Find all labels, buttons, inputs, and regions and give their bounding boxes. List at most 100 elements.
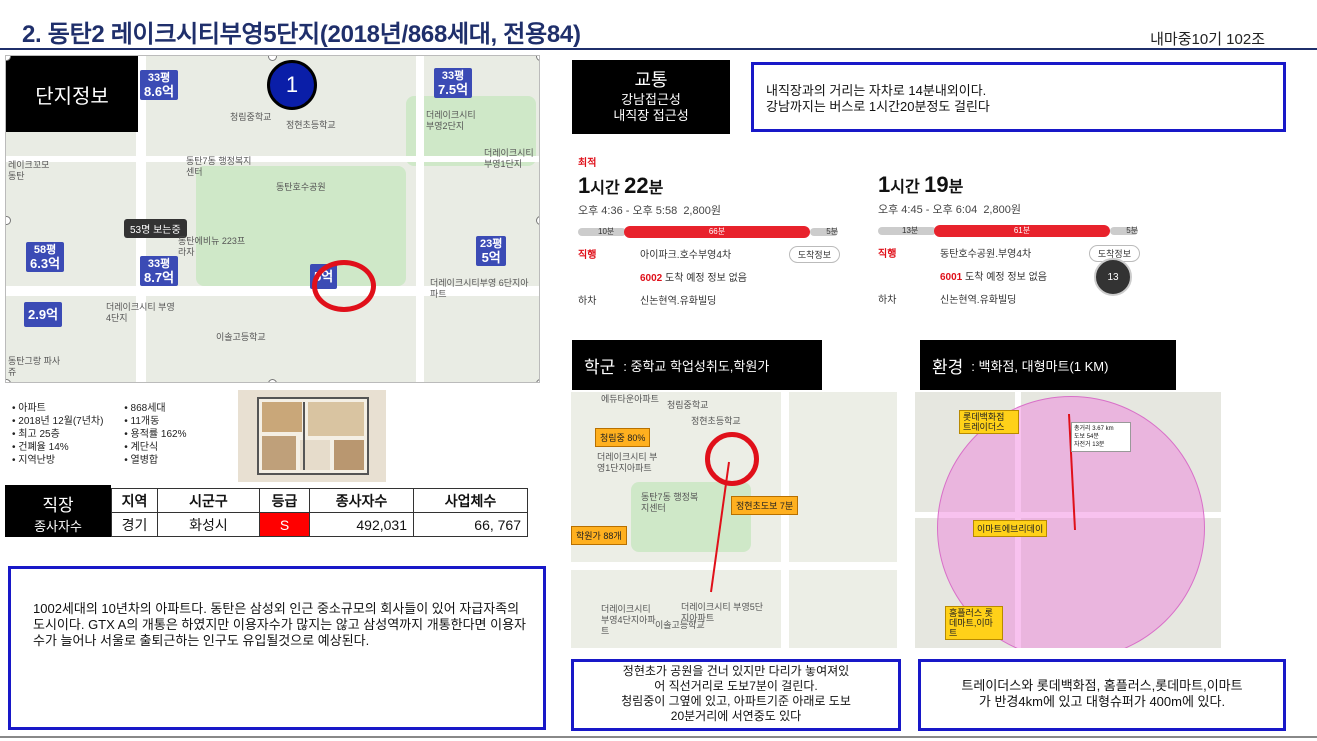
alight-row: 하차 신논현역.유화빌딩 (578, 296, 717, 307)
fact-item: 계단식 (124, 441, 186, 454)
price-pin[interactable]: 2.9억 (24, 302, 63, 327)
school-rate-tag: 청림중 80% (595, 428, 651, 447)
store-tag: 롯데백화점 트레이더스 (959, 410, 1019, 434)
fact-item: 2018년 12월(7년차) (12, 415, 103, 428)
complex-info-label: 단지정보 (6, 56, 138, 132)
map-place: 동탄그랑 파사쥬 (8, 356, 61, 377)
fact-item: 최고 25층 (12, 428, 103, 441)
map-place: 정현초등학교 (286, 120, 336, 130)
map-place: 동탄7동 행정복지센터 (186, 156, 252, 177)
table-cell: 66, 767 (413, 512, 528, 537)
road (416, 56, 424, 382)
fact-item: 용적률 162% (124, 428, 187, 441)
fact-item: 11개동 (124, 415, 186, 428)
route-bar: 10분 66분 5분 (578, 226, 840, 238)
route-times: 오후 4:45 - 오후 6:04 2,800원 (878, 204, 1021, 216)
apartment-facts: 아파트 2018년 12월(7년차) 최고 25층 건폐율 14% 지역난방 8… (12, 402, 204, 467)
table-cell: 경기 (111, 512, 158, 537)
academy-count-tag: 학원가 88개 (571, 526, 627, 545)
resize-handle[interactable] (536, 56, 539, 61)
price-pin[interactable]: 33평 7.5억 (434, 68, 473, 98)
map-place: 청림중학교 (230, 112, 272, 122)
transport-textbox[interactable]: 내직장과의 거리는 자차로 14분내외이다. 강남까지는 버스로 1시간20분정… (751, 62, 1286, 132)
resize-handle[interactable] (268, 379, 277, 382)
bus-row: 6002 도착 예정 정보 없음 (640, 273, 747, 284)
school-textbox[interactable]: 정현초가 공원을 건너 있지만 다리가 놓여져있 어 직선거리로 도보7분이 걸… (571, 659, 901, 731)
school-highlight-circle (705, 432, 759, 486)
fact-item: 열병합 (124, 454, 186, 467)
table-cell: 492,031 (309, 512, 414, 537)
map-place: 동탄7동 행정복지센터 (641, 492, 699, 513)
board-row: 직행 아이파크.호수부영4차 도착정보 (578, 246, 840, 263)
map-place: 더레이크시티 부영4단지 (106, 302, 175, 323)
price-pin[interactable]: 58평 6.3억 (26, 242, 65, 272)
map-place: 레이크꼬모 동탄 (8, 160, 50, 181)
map-place: 더레이크시티부영 6단지아파트 (430, 278, 529, 299)
resize-handle[interactable] (536, 379, 539, 382)
board-row: 직행 동탄호수공원.부영4차 도착정보 (878, 245, 1140, 262)
fact-item: 아파트 (12, 402, 103, 415)
best-route-badge: 최적 (578, 158, 597, 169)
complex-map[interactable]: 단지정보 33평 8.6억 33평 7.5억 58평 6.3억 33평 8.7억 23평… (5, 55, 540, 383)
store-tag: 홈플러스 롯데마트,이마트 (945, 606, 1003, 640)
school-line: 20분거리에 서연중도 있다 (670, 709, 802, 723)
resize-handle[interactable] (536, 216, 539, 225)
workplace-label: 직장 종사자수 (5, 485, 111, 537)
table-header: 사업체수 (413, 488, 528, 513)
price-pin[interactable]: 33평 8.6억 (140, 70, 179, 100)
route-bar: 13분 61분 5분 (878, 225, 1140, 237)
resize-handle[interactable] (268, 56, 277, 61)
road (6, 156, 539, 162)
map-place: 동탄호수공원 (276, 182, 326, 192)
env-line: 트레이더스와 롯데백화점, 홈플러스,롯데마트,이마트 (961, 678, 1243, 693)
school-line: 어 직선거리로 도보7분이 걸린다. (654, 679, 818, 693)
store-tag: 이마트에브리데이 (973, 520, 1048, 537)
map-place: 더레이크시티 부영1단지아파트 (597, 452, 658, 473)
alight-row: 하차 신논현역.유화빌딩 (878, 295, 1017, 306)
transport-line: 강남까지는 버스로 1시간20분정도 걸린다 (766, 99, 990, 114)
table-header: 등급 (259, 488, 310, 513)
table-header: 지역 (111, 488, 158, 513)
map-place: 에듀타운아파트 (601, 394, 659, 404)
env-line: 가 반경4km에 있고 대형슈퍼가 400m에 있다. (978, 694, 1226, 709)
fact-item: 건폐율 14% (12, 441, 103, 454)
environment-textbox[interactable]: 트레이더스와 롯데백화점, 홈플러스,롯데마트,이마트 가 반경4km에 있고 … (918, 659, 1286, 731)
environment-label: 환경: 백화점, 대형마트(1 KM) (920, 340, 1176, 390)
map-place: 더레이크시티 부영4단지아파트 (601, 604, 656, 636)
walk-time-tag: 정현초도보 7분 (731, 496, 799, 515)
price-pin[interactable]: 23평 5억 (476, 236, 507, 266)
route-duration: 1시간 19분 (878, 172, 964, 197)
table-header: 시군구 (157, 488, 260, 513)
map-place: 더레이크시티 부영5단지아파트 (681, 602, 764, 623)
route-card[interactable]: 최적 1시간 22분 오후 4:36 - 오후 5:58 2,800원 10분 … (578, 154, 840, 316)
map-place: 더레이크시티 부영1단지 (484, 148, 534, 169)
table-header: 종사자수 (309, 488, 414, 513)
floorplan-image (238, 390, 386, 482)
price-pin[interactable]: 33평 8.7억 (140, 256, 179, 286)
transport-label: 교통 강남접근성 내직장 접근성 (572, 60, 730, 134)
school-line: 정현초가 공원을 건너 있지만 다리가 놓여져있 (622, 664, 850, 678)
title-divider (0, 48, 1317, 50)
summary-textbox[interactable]: 1002세대의 10년차의 아파트다. 동탄은 삼성외 인근 중소규모의 회사들… (8, 566, 546, 730)
fact-item: 868세대 (124, 402, 186, 415)
target-highlight-circle (312, 260, 376, 312)
complex-number-marker: 1 (267, 60, 317, 110)
bottom-divider (0, 736, 1317, 738)
resize-handle[interactable] (6, 216, 11, 225)
environment-map[interactable]: 총거리 3.67 km 도보 54분 자전거 13분 롯데백화점 트레이더스 이… (915, 392, 1221, 648)
school-line: 청림중이 그옆에 있고, 아파트기준 아래로 도보 (621, 694, 851, 708)
refresh-timer-button[interactable]: 13 (1094, 258, 1132, 296)
team-label: 내마중10기 102조 (1150, 31, 1265, 48)
distance-popup: 총거리 3.67 km 도보 54분 자전거 13분 (1071, 422, 1131, 452)
route-duration: 1시간 22분 (578, 173, 664, 198)
page-title: 2. 동탄2 레이크시티부영5단지(2018년/868세대, 전용84) (22, 21, 581, 48)
arrival-info-button[interactable]: 도착정보 (788, 246, 840, 263)
fact-item: 지역난방 (12, 454, 103, 467)
map-place: 청림중학교 (667, 400, 709, 410)
map-place: 동탄에비뉴 223프라자 (178, 236, 246, 257)
table-cell: 화성시 (157, 512, 260, 537)
resize-handle[interactable] (6, 379, 11, 382)
map-place: 정현초등학교 (691, 416, 741, 426)
school-map[interactable]: 에듀타운아파트 청림중학교 정현초등학교 더레이크시티 부영1단지아파트 동탄7… (571, 392, 897, 648)
transport-line: 내직장과의 거리는 자차로 14분내외이다. (766, 83, 987, 98)
